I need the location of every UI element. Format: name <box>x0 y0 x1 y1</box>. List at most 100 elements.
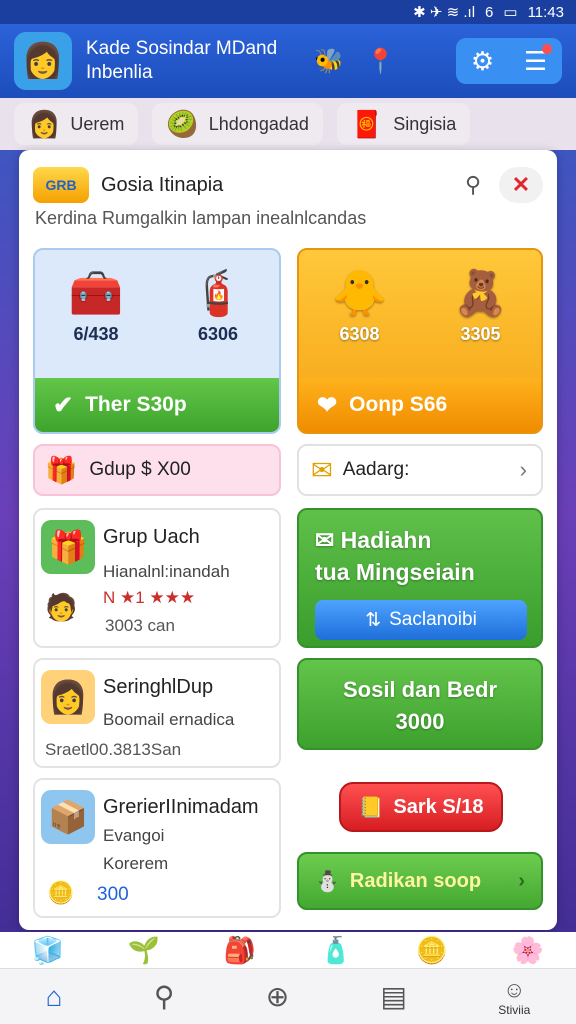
app-logo[interactable]: 👩 <box>14 32 72 90</box>
person-icon: 🧑 <box>45 592 78 622</box>
button-label: Oonp S66 <box>349 393 448 416</box>
status-bar: ✱ ✈ ≋ .ıl 6 ▭ 11:43 <box>0 0 576 24</box>
list-item-foot: 3003 can <box>105 616 175 635</box>
bonus-value: 3000 <box>395 709 445 734</box>
gift-title-line2: tua Mingseiain <box>315 559 475 585</box>
offer-item: 🐥 6308 <box>332 264 387 378</box>
item-value: 3305 <box>460 324 501 344</box>
envelope-icon: ✉ <box>315 527 335 553</box>
heart-icon: ❤ <box>317 391 338 419</box>
row-label: Gdup $ X00 <box>89 459 191 480</box>
offer-item: 🧰 6/438 <box>69 264 124 378</box>
main-panel: GRB Gosia Itinapia ⚲ ✕ Kerdina Rumgalkin… <box>19 150 557 930</box>
chip-lhdongadad[interactable]: 🥝 Lhdongadad <box>152 103 323 145</box>
list-item[interactable]: 🎁 Grup Uach Hianalnl:inandah N ★1 ★★★ 30… <box>33 508 281 648</box>
chip-label: Lhdongadad <box>208 113 309 134</box>
panel-header: GRB Gosia Itinapia ⚲ ✕ <box>33 164 543 206</box>
tab-profile[interactable]: ☺ Stiviia <box>498 977 530 1017</box>
cube-icon[interactable]: 🧊 <box>32 935 64 966</box>
location-pin-icon[interactable]: 📍 <box>366 47 396 76</box>
signal-icons: ✱ ✈ ≋ .ıl <box>413 4 476 21</box>
gift-title-line1: Hadiahn <box>340 527 432 553</box>
package-icon: 📦 <box>41 790 95 844</box>
swap-icon: ⇅ <box>365 609 382 631</box>
list-item-title: SeringhlDup <box>103 676 214 698</box>
bonus-title: Sosil dan Bedr <box>342 677 498 702</box>
app-title-line2: Inbenlia <box>86 62 153 83</box>
chip-label: Singisia <box>393 113 457 134</box>
rating-stars: N ★1 ★★★ <box>103 588 196 607</box>
panel-subtitle: Kerdina Rumgalkin lampan inealnlcandas <box>35 208 367 228</box>
inbox-icon: ▤ <box>380 981 407 1012</box>
close-icon[interactable]: ✕ <box>499 167 543 203</box>
item-value: 6/438 <box>73 324 119 344</box>
battery-level: 6 <box>485 3 494 21</box>
chick-icon: 🐥 <box>332 269 387 318</box>
notification-dot <box>542 44 552 54</box>
bonus-card[interactable]: Sosil dan Bedr 3000 <box>297 658 543 750</box>
item-value: 6308 <box>339 324 380 344</box>
list-item-line: Evangoi <box>103 826 165 845</box>
sale-button[interactable]: 📒 Sark S/18 <box>339 782 503 832</box>
envelope-icon: ✉ <box>311 454 333 485</box>
battery-icon: ▭ <box>503 4 518 21</box>
search-icon: ⚲ <box>153 981 175 1012</box>
canister-icon: 🧯 <box>190 269 246 318</box>
blue-offer-card[interactable]: 🧰 6/438 🧯 6306 ✔ Ther S30p <box>33 248 281 434</box>
coin-stack-icon: 🪙 <box>47 880 75 905</box>
sprout-icon[interactable]: 🌱 <box>128 935 160 966</box>
search-icon[interactable]: ⚲ <box>453 172 493 198</box>
list-item[interactable]: 📦 GrerierIInimadam Evangoi Korerem 🪙 300 <box>33 778 281 918</box>
claim-button[interactable]: ⇅ Saclanoibi <box>315 600 527 640</box>
flower-icon[interactable]: 🌸 <box>512 935 544 966</box>
snowman-icon: ⛄ <box>315 870 340 893</box>
header-icons: 🐝 📍 <box>314 47 396 76</box>
notebook-icon: 📒 <box>358 796 384 819</box>
backpack-icon[interactable]: 🎒 <box>224 935 256 966</box>
envelope-red-icon: 🧧 <box>350 108 384 139</box>
app-header: 👩 Kade Sosindar MDand Inbenlia 🐝 📍 ⚙ ☰ <box>0 24 576 98</box>
button-label: Ther S30p <box>85 393 187 416</box>
orange-card-buy-button[interactable]: ❤ Oonp S66 <box>299 378 541 432</box>
app-title: Kade Sosindar MDand Inbenlia <box>86 37 296 85</box>
chest-icon: 🧰 <box>68 269 124 318</box>
row-label: Aadarg: <box>342 459 410 480</box>
blue-card-buy-button[interactable]: ✔ Ther S30p <box>35 378 279 432</box>
list-item[interactable]: 👩 SeringhlDup Boomail ernadica Sraetl00.… <box>33 658 281 768</box>
chip-label: Uerem <box>70 113 125 134</box>
tab-inbox[interactable]: ▤ <box>381 980 407 1013</box>
check-icon: ✔ <box>53 391 74 419</box>
shortcut-row: 🧊 🌱 🎒 🧴 🪙 🌸 <box>0 932 576 968</box>
group-offer-row[interactable]: 🎁 Gdup $ X00 <box>33 444 281 496</box>
item-value: 6306 <box>197 324 239 344</box>
coin-icon[interactable]: 🪙 <box>416 935 448 966</box>
bee-icon[interactable]: 🐝 <box>314 47 344 76</box>
app-title-line1: Kade Sosindar MDand <box>86 38 278 59</box>
chip-singisia[interactable]: 🧧 Singisia <box>336 103 471 145</box>
shop-button[interactable]: ⛄ Radikan soop › <box>297 852 543 910</box>
plus-icon: ⊕ <box>265 981 290 1012</box>
bottle-icon[interactable]: 🧴 <box>320 935 352 966</box>
avatar-icon: 👩 <box>28 108 61 139</box>
offer-item: 🧯 6306 <box>191 264 246 378</box>
chip-uerem[interactable]: 👩 Uerem <box>14 103 139 145</box>
toy-icon: 🧸 <box>453 269 508 318</box>
settings-icon[interactable]: ⚙ <box>471 46 494 77</box>
gift-box-icon: 🎁 <box>41 520 95 574</box>
tab-label: Stiviia <box>498 1002 531 1017</box>
tab-search[interactable]: ⚲ <box>154 980 175 1013</box>
home-icon: ⌂ <box>45 980 63 1012</box>
header-actions: ⚙ ☰ <box>456 38 562 84</box>
gift-icon: 🎁 <box>45 454 78 485</box>
chevron-right-icon: › <box>518 869 525 892</box>
message-row[interactable]: ✉ Aadarg: › <box>297 444 543 496</box>
offer-item: 🧸 3305 <box>453 264 508 378</box>
button-label: Saclanoibi <box>389 609 477 630</box>
tab-home[interactable]: ⌂ <box>46 981 63 1013</box>
orange-offer-card[interactable]: 🐥 6308 🧸 3305 ❤ Oonp S66 <box>297 248 543 434</box>
button-label: Radikan soop <box>349 869 482 892</box>
list-item-line: Hianalnl:inandah <box>103 562 230 581</box>
gift-title: ✉ Hadiahn tua Mingseiain <box>315 524 475 588</box>
list-item-foot: 300 <box>97 884 129 905</box>
tab-add[interactable]: ⊕ <box>266 980 289 1013</box>
